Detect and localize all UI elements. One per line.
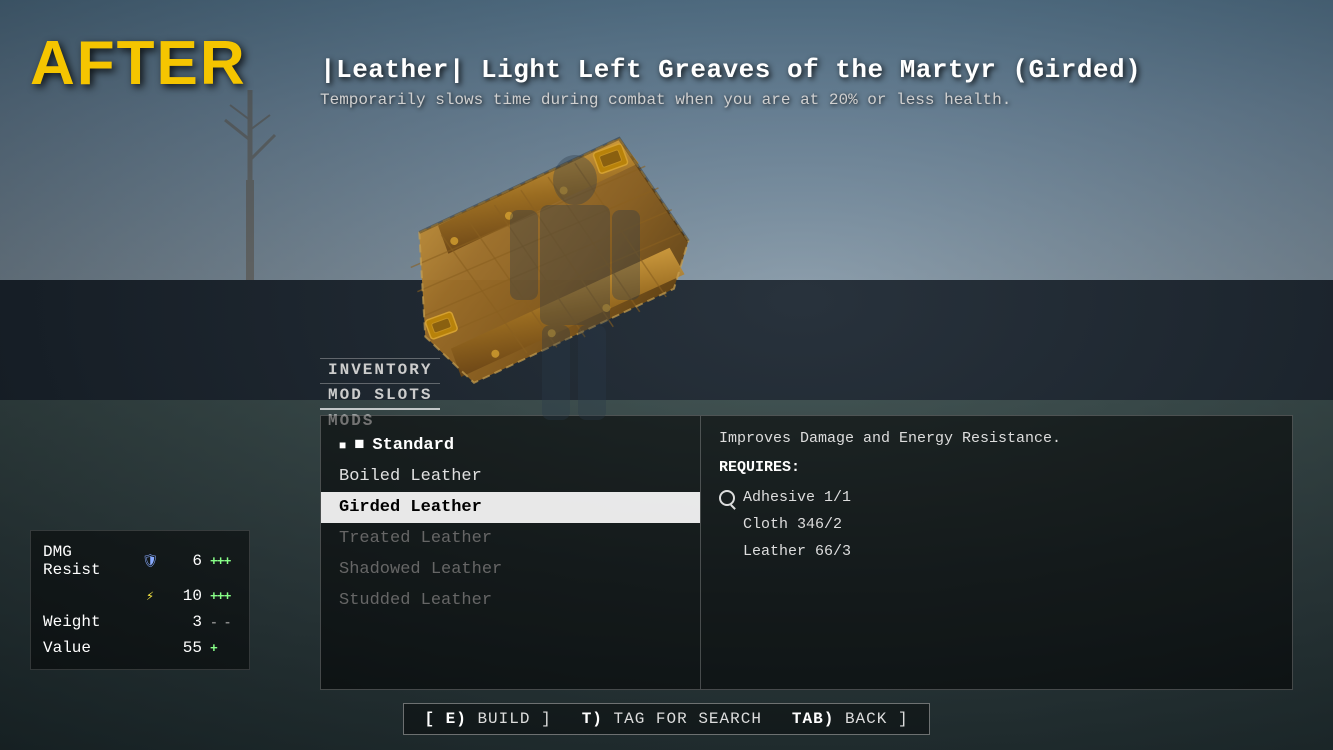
stats-panel: DMG Resist 🛡 6 +++ ⚡ 10 +++ Weight 3 - -… xyxy=(30,530,250,670)
back-label: BACK xyxy=(845,710,887,728)
bg-figure xyxy=(500,150,650,430)
bg-tree xyxy=(220,80,280,280)
tab-mod-slots[interactable]: MOD SLOTS xyxy=(320,383,440,406)
tab-inventory[interactable]: INVENTORY xyxy=(320,358,440,381)
item-title: |Leather| Light Left Greaves of the Mart… xyxy=(320,55,1253,85)
stat-row-dmg-resist: DMG Resist 🛡 6 +++ xyxy=(43,539,237,583)
item-title-area: |Leather| Light Left Greaves of the Mart… xyxy=(320,55,1253,109)
shield-icon: 🛡 xyxy=(141,554,159,569)
action-bar-inner: [ E) BUILD ] T) TAG FOR SEARCH TAB) BACK… xyxy=(403,703,929,735)
action-bar: [ E) BUILD ] T) TAG FOR SEARCH TAB) BACK… xyxy=(0,703,1333,735)
requirement-adhesive: Adhesive 1/1 xyxy=(719,484,1274,511)
back-key: TAB) xyxy=(792,710,834,728)
mod-info-col: Improves Damage and Energy Resistance. R… xyxy=(701,416,1292,689)
tag-button[interactable]: T) TAG FOR SEARCH xyxy=(582,710,762,728)
after-label: AFTER xyxy=(30,28,247,99)
mod-item-standard[interactable]: ■ Standard xyxy=(321,430,700,461)
mod-item-boiled[interactable]: Boiled Leather xyxy=(321,461,700,492)
build-key: [ E) xyxy=(424,710,466,728)
mod-item-treated[interactable]: Treated Leather xyxy=(321,523,700,554)
search-icon xyxy=(719,490,735,506)
requires-label: REQUIRES: xyxy=(719,459,1274,476)
requirement-cloth: Cloth 346/2 xyxy=(719,511,1274,538)
standard-bullet: ■ xyxy=(354,436,364,455)
build-button[interactable]: [ E) BUILD ] xyxy=(424,710,551,728)
bolt-icon: ⚡ xyxy=(141,589,159,604)
build-label: BUILD xyxy=(477,710,530,728)
value-change: + xyxy=(210,641,217,656)
tag-label: TAG FOR SEARCH xyxy=(614,710,762,728)
mod-item-girded[interactable]: Girded Leather xyxy=(321,492,700,523)
mod-item-studded[interactable]: Studded Leather xyxy=(321,585,700,616)
mod-description: Improves Damage and Energy Resistance. xyxy=(719,430,1274,447)
mod-panel: ■ Standard Boiled Leather Girded Leather… xyxy=(320,415,1293,690)
back-button[interactable]: TAB) BACK ] xyxy=(792,710,909,728)
weight-change: - - xyxy=(210,615,230,630)
requirement-leather: Leather 66/3 xyxy=(719,538,1274,565)
dmg-resist-change-2: +++ xyxy=(210,589,230,604)
stat-row-weight: Weight 3 - - xyxy=(43,609,237,635)
item-subtitle: Temporarily slows time during combat whe… xyxy=(320,91,1253,109)
mod-item-shadowed[interactable]: Shadowed Leather xyxy=(321,554,700,585)
mod-list-col: ■ Standard Boiled Leather Girded Leather… xyxy=(321,416,701,689)
stat-row-dmg-resist-2: ⚡ 10 +++ xyxy=(43,583,237,609)
tag-key: T) xyxy=(582,710,603,728)
stat-row-value: Value 55 + xyxy=(43,635,237,661)
dmg-resist-change-1: +++ xyxy=(210,554,230,569)
ui-overlay: AFTER |Leather| Light Left Greaves of th… xyxy=(0,0,1333,750)
